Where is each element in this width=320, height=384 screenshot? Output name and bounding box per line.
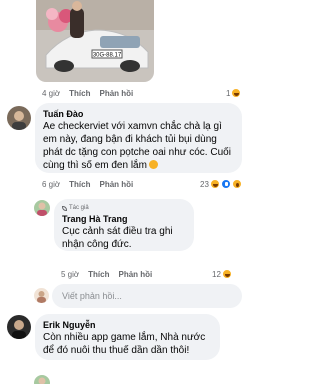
reply-actions: 5 giờ Thích Phản hồi	[61, 270, 152, 279]
avatar[interactable]	[7, 315, 31, 339]
haha-reaction-icon	[209, 179, 220, 189]
avatar-image	[34, 288, 49, 303]
smile-emoji-icon	[148, 160, 158, 169]
my-avatar	[34, 288, 49, 303]
reaction-count: 1	[226, 88, 231, 98]
comment-author[interactable]: Erik Nguyễn	[43, 319, 212, 331]
reply-text: Cục cảnh sát điều tra ghi nhận công đức.	[62, 226, 173, 250]
avatar[interactable]	[34, 375, 50, 384]
wow-reaction-icon	[231, 179, 242, 189]
like-button[interactable]: Thích	[69, 89, 90, 98]
reply-bubble: Tác giả Trang Hà Trang Cục cảnh sát điều…	[54, 199, 194, 251]
avatar[interactable]	[34, 200, 50, 216]
avatar-image	[7, 106, 31, 130]
like-button[interactable]: Thích	[69, 180, 90, 189]
reaction-summary[interactable]: 23	[200, 179, 242, 189]
avatar-image	[34, 200, 50, 216]
top-comment-actions: 4 giờ Thích Phản hồi	[42, 89, 133, 98]
avatar[interactable]	[7, 106, 31, 130]
reply-button[interactable]: Phản hồi	[100, 89, 134, 98]
comment-bubble: Erik Nguyễn Còn nhiều app game lắm, Nhà …	[35, 314, 220, 360]
reaction-count: 23	[200, 179, 209, 189]
haha-reaction-icon	[231, 88, 242, 98]
reply-author[interactable]: Trang Hà Trang	[62, 213, 186, 225]
comment-text: Ae checkerviet với xamvn chắc chà lạ gì …	[43, 121, 231, 171]
comment-time[interactable]: 6 giờ	[42, 180, 60, 189]
like-button[interactable]: Thích	[88, 270, 109, 279]
comment-actions: 6 giờ Thích Phản hồi	[42, 180, 133, 189]
car-photo-illustration: 30G-88.17	[36, 0, 154, 82]
reply-button[interactable]: Phản hồi	[119, 270, 153, 279]
author-badge: Tác giả	[62, 204, 186, 213]
reaction-summary[interactable]: 12	[212, 269, 232, 279]
post-photo[interactable]: 30G-88.17	[36, 0, 154, 82]
comment-time[interactable]: 4 giờ	[42, 89, 60, 98]
comment-bubble: Tuấn Đào Ae checkerviet với xamvn chắc c…	[35, 103, 242, 173]
avatar-image	[7, 315, 31, 339]
reply-input[interactable]	[52, 284, 242, 308]
reply-button[interactable]: Phản hồi	[100, 180, 134, 189]
reply-time[interactable]: 5 giờ	[61, 270, 79, 279]
avatar-image	[34, 375, 50, 384]
reaction-count: 12	[212, 269, 221, 279]
haha-reaction-icon	[221, 269, 232, 279]
feather-icon	[62, 206, 67, 211]
reaction-summary[interactable]: 1	[226, 88, 242, 98]
license-plate: 30G-88.17	[93, 53, 122, 59]
comment-author[interactable]: Tuấn Đào	[43, 108, 234, 120]
comment-text: Còn nhiều app game lắm, Nhà nước để đó n…	[43, 332, 206, 356]
like-reaction-icon	[220, 179, 231, 189]
